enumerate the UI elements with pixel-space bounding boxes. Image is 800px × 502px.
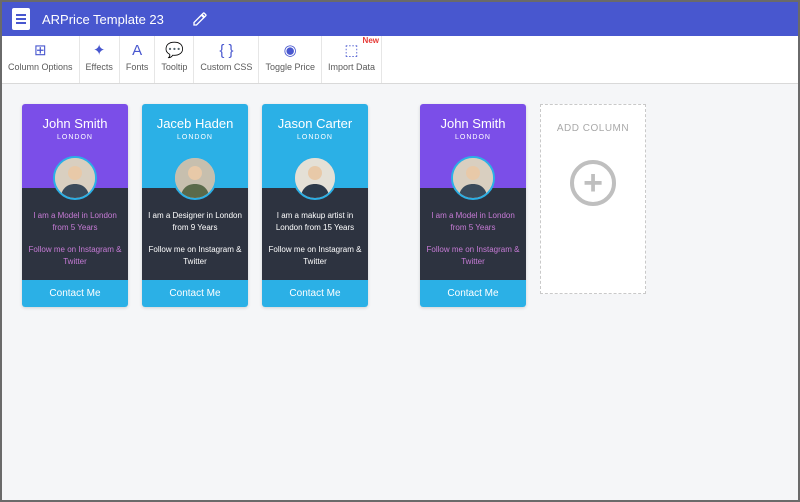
pricing-card[interactable]: 25% off John Smith LONDON I am a Model i… [22,104,128,307]
tool-label: Custom CSS [200,62,252,72]
card-body: I am a Designer in London from 9 Years F… [142,188,248,280]
card-desc: I am a makup artist in London from 15 Ye… [268,210,362,234]
css-icon: { } [219,40,233,60]
card-desc: I am a Model in London from 5 Years [426,210,520,234]
avatar [53,156,97,200]
app-header: ARPrice Template 23 [2,2,798,36]
tooltip-icon: 💬 [165,40,184,60]
avatar [173,156,217,200]
tool-label: Tooltip [161,62,187,72]
card-header: John Smith LONDON [420,104,526,188]
card-name: Jason Carter [266,116,364,131]
card-desc: I am a Model in London from 5 Years [28,210,122,234]
avatar [293,156,337,200]
card-header: Jaceb Haden LONDON [142,104,248,188]
pricing-card[interactable]: Jason Carter LONDON I am a makup artist … [262,104,368,307]
tool-label: Import Data [328,62,375,72]
card-body: I am a Model in London from 5 Years Foll… [22,188,128,280]
card-follow: Follow me on Instagram & Twitter [148,244,242,268]
contact-button[interactable]: Contact Me [420,280,526,307]
card-follow: Follow me on Instagram & Twitter [426,244,520,268]
contact-button[interactable]: Contact Me [262,280,368,307]
tool-effects[interactable]: ✦ Effects [80,36,120,83]
add-column-button[interactable]: ADD COLUMN [540,104,646,294]
card-header: Jason Carter LONDON [262,104,368,188]
contact-button[interactable]: Contact Me [142,280,248,307]
contact-button[interactable]: Contact Me [22,280,128,307]
card-location: LONDON [424,134,522,141]
card-grid: 25% off John Smith LONDON I am a Model i… [22,104,778,321]
grid-icon: ⊞ [34,40,47,60]
avatar [451,156,495,200]
tool-label: Column Options [8,62,73,72]
tool-tooltip[interactable]: 💬 Tooltip [155,36,194,83]
tool-label: Effects [86,62,113,72]
effects-icon: ✦ [93,40,106,60]
template-title: ARPrice Template 23 [42,12,164,27]
editor-canvas: 25% off John Smith LONDON I am a Model i… [2,84,798,500]
tool-label: Fonts [126,62,149,72]
new-badge: New [363,36,379,45]
card-follow: Follow me on Instagram & Twitter [28,244,122,268]
card-name: John Smith [26,116,124,131]
edit-title-icon[interactable] [192,11,208,27]
card-desc: I am a Designer in London from 9 Years [148,210,242,234]
card-body: I am a Model in London from 5 Years Foll… [420,188,526,280]
toolbar: ⊞ Column Options ✦ Effects A Fonts 💬 Too… [2,36,798,84]
toggle-icon: ◉ [284,40,297,60]
tool-import-data[interactable]: New ⬚ Import Data [322,36,382,83]
tool-toggle-price[interactable]: ◉ Toggle Price [259,36,322,83]
tool-label: Toggle Price [265,62,315,72]
pricing-card[interactable]: Jaceb Haden LONDON I am a Designer in Lo… [142,104,248,307]
card-name: Jaceb Haden [146,116,244,131]
document-icon [12,8,30,30]
plus-icon [570,160,616,206]
card-body: I am a makup artist in London from 15 Ye… [262,188,368,280]
fonts-icon: A [132,40,142,60]
card-location: LONDON [26,134,124,141]
tool-custom-css[interactable]: { } Custom CSS [194,36,259,83]
pricing-card[interactable]: 25% off John Smith LONDON I am a Model i… [420,104,526,307]
add-column-label: ADD COLUMN [557,123,629,134]
tool-column-options[interactable]: ⊞ Column Options [2,36,80,83]
card-location: LONDON [146,134,244,141]
card-follow: Follow me on Instagram & Twitter [268,244,362,268]
card-location: LONDON [266,134,364,141]
card-name: John Smith [424,116,522,131]
tool-fonts[interactable]: A Fonts [120,36,156,83]
import-icon: ⬚ [344,40,358,60]
card-header: John Smith LONDON [22,104,128,188]
